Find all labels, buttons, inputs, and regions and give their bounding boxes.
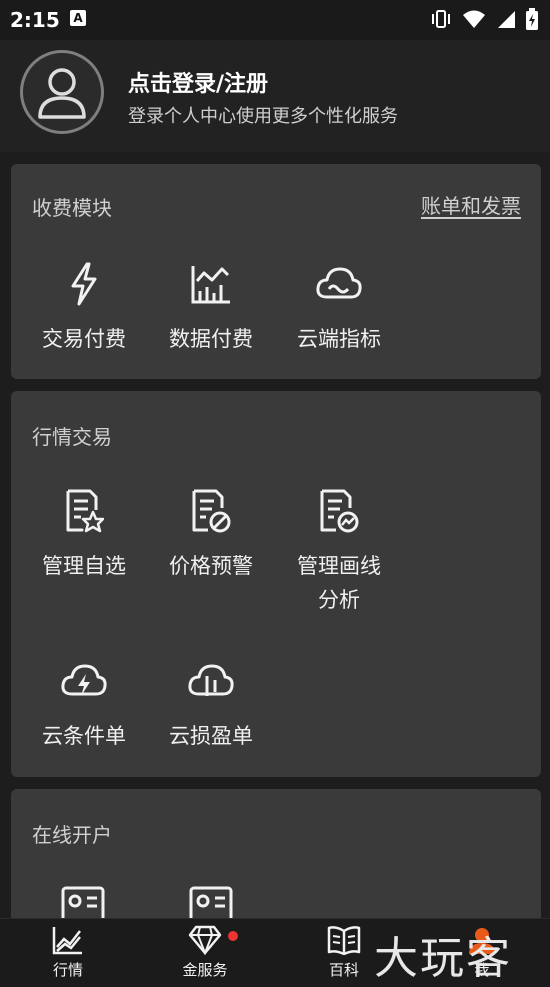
online-account-title: 在线开户 xyxy=(32,823,112,847)
cloud-indicator-button[interactable]: 云端指标 xyxy=(279,256,399,356)
manage-drawing-label-line1: 管理画线 xyxy=(297,554,381,578)
battery-icon xyxy=(526,8,538,30)
watermark-logo: 大玩客 xyxy=(374,933,512,984)
fees-card: 收费模块 账单和发票 交易付费 数据付费 云端指标 xyxy=(11,164,541,379)
nav-market-label: 行情 xyxy=(52,961,83,979)
manage-drawing-analysis-button[interactable]: 管理画线 分析 xyxy=(279,483,399,617)
price-alert-button[interactable]: 价格预警 xyxy=(151,483,271,583)
manage-drawing-label-line2: 分析 xyxy=(318,588,360,612)
cloud-conditional-order-label: 云条件单 xyxy=(42,724,126,748)
chart-icon xyxy=(191,266,230,304)
fees-title: 收费模块 xyxy=(32,196,112,220)
cloud-stop-order-button[interactable]: 云损盈单 xyxy=(151,653,271,753)
manage-watchlist-button[interactable]: 管理自选 xyxy=(24,483,144,583)
market-title: 行情交易 xyxy=(32,425,112,449)
diamond-icon xyxy=(188,925,222,956)
price-alert-label: 价格预警 xyxy=(169,554,253,578)
doc-star-icon xyxy=(66,489,104,533)
nav-gold-service[interactable]: 金服务 xyxy=(155,925,255,980)
login-title[interactable]: 点击登录/注册 xyxy=(128,66,268,98)
status-icons xyxy=(430,8,538,30)
bills-invoices-link[interactable]: 账单和发票 xyxy=(421,190,521,219)
lightning-icon xyxy=(71,262,97,306)
cloud-bolt-icon xyxy=(61,664,107,696)
market-chart-icon xyxy=(52,927,82,955)
market-card: 行情交易 管理自选 价格预警 管理画线 分析 云条件单 云损盈单 xyxy=(11,391,541,777)
book-icon xyxy=(327,926,361,956)
cloud-chart-icon xyxy=(188,664,234,696)
nav-gold-service-label: 金服务 xyxy=(182,961,228,979)
notification-a-icon: A xyxy=(70,10,86,26)
status-bar: 2:15 A xyxy=(0,0,550,40)
doc-chart-icon xyxy=(320,489,359,533)
notification-dot xyxy=(228,931,238,941)
data-payment-button[interactable]: 数据付费 xyxy=(151,256,271,356)
data-payment-label: 数据付费 xyxy=(169,327,253,351)
user-avatar-icon xyxy=(38,68,86,119)
manage-drawing-analysis-label: 管理画线 分析 xyxy=(279,549,399,617)
doc-alert-icon xyxy=(192,489,231,533)
login-subtitle: 登录个人中心使用更多个性化服务 xyxy=(128,106,398,127)
nav-market[interactable]: 行情 xyxy=(18,925,118,980)
vibrate-icon xyxy=(432,10,450,28)
wifi-icon xyxy=(463,10,485,28)
signal-icon xyxy=(498,11,515,28)
avatar[interactable] xyxy=(20,50,104,134)
status-time: 2:15 xyxy=(10,8,60,32)
cloud-indicator-label: 云端指标 xyxy=(297,327,381,351)
trade-payment-button[interactable]: 交易付费 xyxy=(24,256,144,356)
trade-payment-label: 交易付费 xyxy=(42,327,126,351)
manage-watchlist-label: 管理自选 xyxy=(42,554,126,578)
cloud-conditional-order-button[interactable]: 云条件单 xyxy=(24,653,144,753)
cloud-stop-order-label: 云损盈单 xyxy=(169,724,253,748)
profile-header[interactable]: 点击登录/注册 登录个人中心使用更多个性化服务 xyxy=(0,40,550,152)
cloud-icon xyxy=(316,267,362,299)
